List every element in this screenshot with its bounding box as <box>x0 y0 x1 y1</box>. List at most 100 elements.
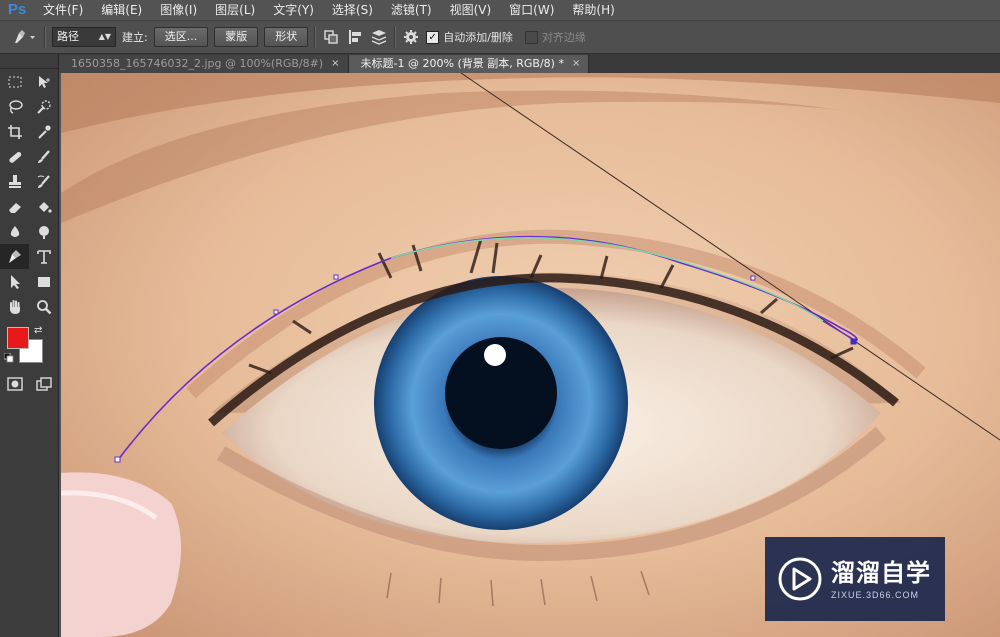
tool-preset-picker[interactable] <box>10 28 38 46</box>
history-brush-tool[interactable] <box>29 169 58 194</box>
brush-icon <box>37 149 50 163</box>
anchor-point <box>273 309 279 315</box>
quick-mask-icon <box>6 376 23 391</box>
move-tool[interactable] <box>29 69 58 94</box>
quick-selection-icon <box>36 99 51 114</box>
hand-icon <box>9 299 20 314</box>
marquee-tool[interactable] <box>0 69 29 94</box>
select-arrow-icon: ▲▼ <box>98 32 111 41</box>
path-selection-tool[interactable] <box>0 269 29 294</box>
path-arrangement-button[interactable] <box>370 28 388 46</box>
eyedropper-icon <box>37 124 51 139</box>
pen-tool[interactable] <box>0 244 29 269</box>
auto-add-delete-checkbox[interactable]: ✓ <box>426 30 440 44</box>
close-icon[interactable]: × <box>572 55 580 73</box>
path-alignment-icon <box>349 30 362 44</box>
anchor-point <box>333 274 339 280</box>
toolbox: ⇄ <box>0 54 59 637</box>
screen-mode-icon <box>35 376 52 391</box>
menu-help[interactable]: 帮助(H) <box>563 0 623 20</box>
lasso-tool[interactable] <box>0 94 29 119</box>
anchor-point-selected <box>850 338 857 345</box>
bandage-icon <box>8 151 21 163</box>
foreground-color-swatch[interactable] <box>7 327 29 349</box>
path-alignment-button[interactable] <box>346 28 364 46</box>
pen-mode-select[interactable]: 路径 ▲▼ <box>52 27 116 47</box>
geometry-options-button[interactable] <box>402 28 420 46</box>
path-operations-icon <box>324 30 338 44</box>
paint-bucket-tool[interactable] <box>29 194 58 219</box>
move-icon <box>38 75 50 88</box>
align-edges-option[interactable]: 对齐边缘 <box>524 29 586 45</box>
anchor-point-start <box>114 456 121 463</box>
quick-mask-button[interactable] <box>0 371 29 396</box>
make-selection-button[interactable]: 选区... <box>153 27 209 47</box>
menu-image[interactable]: 图像(I) <box>151 0 206 20</box>
document-tab-label: 未标题-1 @ 200% (背景 副本, RGB/8) * <box>360 57 564 70</box>
play-circle-icon <box>778 557 822 601</box>
document-tab-untitled[interactable]: 未标题-1 @ 200% (背景 副本, RGB/8) * × <box>348 55 590 73</box>
crop-icon <box>7 124 22 139</box>
options-bar: 路径 ▲▼ 建立: 选区... 蒙版 形状 ✓ 自动添加/删除 对齐边缘 <box>0 21 1000 54</box>
menu-type[interactable]: 文字(Y) <box>264 0 323 20</box>
stamp-icon <box>8 174 21 188</box>
menu-filter[interactable]: 滤镜(T) <box>382 0 441 20</box>
toolbox-grip[interactable] <box>0 54 58 69</box>
dodge-tool[interactable] <box>29 219 58 244</box>
eraser-icon <box>8 202 21 213</box>
default-colors-icon[interactable] <box>4 353 14 363</box>
pen-mode-value: 路径 <box>57 30 79 43</box>
close-icon[interactable]: × <box>331 55 339 73</box>
photoshop-logo: Ps <box>7 1 27 18</box>
paint-bucket-icon <box>38 201 52 213</box>
lasso-icon <box>8 99 23 114</box>
clone-stamp-tool[interactable] <box>0 169 29 194</box>
healing-brush-tool[interactable] <box>0 144 29 169</box>
menu-bar: Ps 文件(F) 编辑(E) 图像(I) 图层(L) 文字(Y) 选择(S) 滤… <box>0 0 1000 21</box>
watermark-title: 溜溜自学 <box>831 559 931 587</box>
magnifier-icon <box>36 299 51 314</box>
swap-colors-icon[interactable]: ⇄ <box>34 325 42 336</box>
crop-tool[interactable] <box>0 119 29 144</box>
make-shape-button[interactable]: 形状 <box>264 27 309 47</box>
menu-window[interactable]: 窗口(W) <box>500 0 563 20</box>
separator <box>394 26 397 48</box>
align-edges-checkbox[interactable] <box>524 30 538 44</box>
dodge-icon <box>38 225 49 239</box>
hand-tool[interactable] <box>0 294 29 319</box>
zoom-tool[interactable] <box>29 294 58 319</box>
auto-add-delete-label: 自动添加/删除 <box>443 31 513 44</box>
eye-highlight <box>484 344 506 366</box>
blur-tool[interactable] <box>0 219 29 244</box>
pen-icon <box>8 249 21 263</box>
menu-select[interactable]: 选择(S) <box>323 0 382 20</box>
type-icon <box>36 249 51 264</box>
rectangle-tool[interactable] <box>29 269 58 294</box>
build-label: 建立: <box>122 31 148 44</box>
pen-icon <box>15 30 35 43</box>
menu-edit[interactable]: 编辑(E) <box>92 0 151 20</box>
rectangle-icon <box>37 276 50 287</box>
quick-selection-tool[interactable] <box>29 94 58 119</box>
make-mask-button[interactable]: 蒙版 <box>214 27 259 47</box>
menu-layer[interactable]: 图层(L) <box>206 0 264 20</box>
document-tab-bar: 1650358_165746032_2.jpg @ 100%(RGB/8#) ×… <box>59 54 1000 73</box>
color-swatches: ⇄ <box>0 325 58 369</box>
brush-tool[interactable] <box>29 144 58 169</box>
screen-mode-button[interactable] <box>29 371 58 396</box>
path-operations-button[interactable] <box>322 28 340 46</box>
finger <box>61 472 181 637</box>
eraser-tool[interactable] <box>0 194 29 219</box>
blur-drop-icon <box>10 225 19 237</box>
document-tab-photo[interactable]: 1650358_165746032_2.jpg @ 100%(RGB/8#) × <box>59 55 349 73</box>
watermark-badge: 溜溜自学 ZIXUE.3D66.COM <box>765 537 945 621</box>
arrow-pointer-icon <box>10 274 20 289</box>
watermark-text: 溜溜自学 ZIXUE.3D66.COM <box>831 558 931 600</box>
separator <box>314 26 317 48</box>
auto-add-delete-option[interactable]: ✓ 自动添加/删除 <box>426 29 513 45</box>
type-tool[interactable] <box>29 244 58 269</box>
eyedropper-tool[interactable] <box>29 119 58 144</box>
menu-file[interactable]: 文件(F) <box>34 0 92 20</box>
menu-view[interactable]: 视图(V) <box>441 0 501 20</box>
anchor-point <box>750 275 756 281</box>
